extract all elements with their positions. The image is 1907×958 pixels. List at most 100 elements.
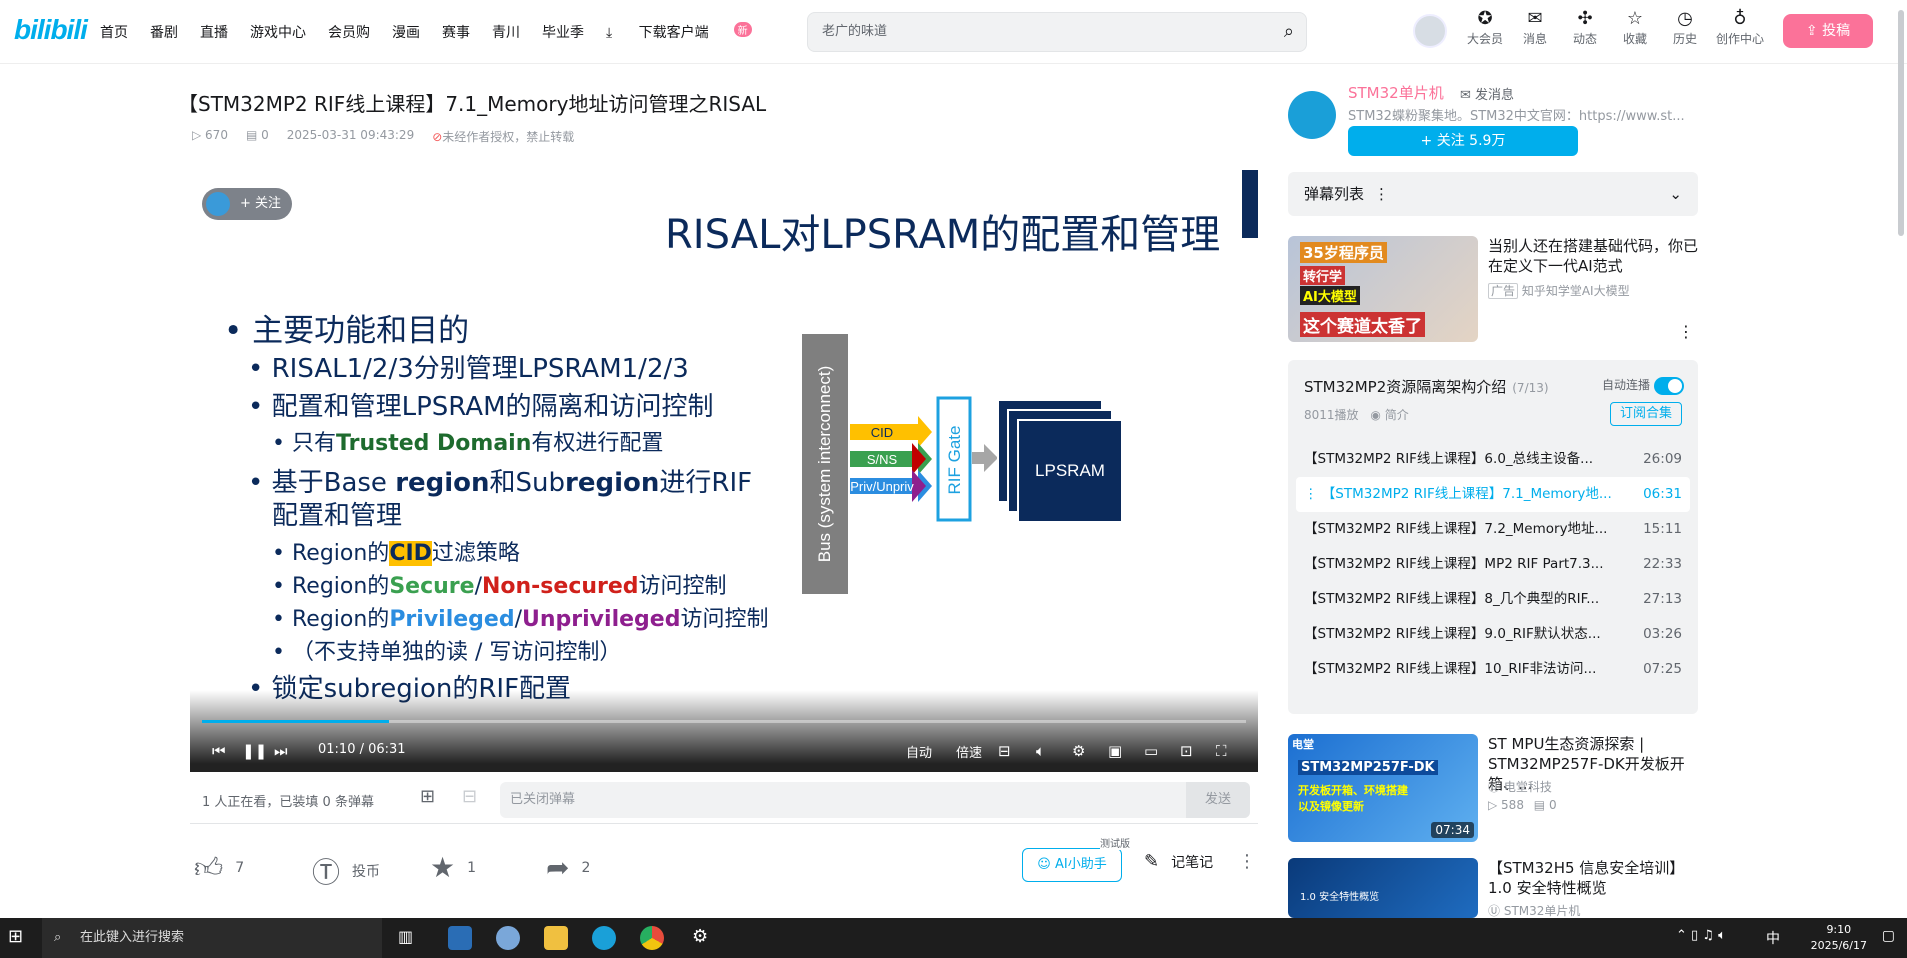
rec-author[interactable]: Ⓤ 电堂科技 (1488, 778, 1552, 795)
send-button[interactable]: 发送 (1186, 782, 1250, 818)
ime-indicator[interactable]: 中 (1766, 928, 1780, 948)
fullscreen-icon[interactable]: ⛶ (1216, 742, 1227, 760)
subscribe-collection-button[interactable]: 订阅合集 (1610, 402, 1682, 426)
playlist-item[interactable]: 【STM32MP2 RIF线上课程】9.0_RIF默认状态... 03:26 (1296, 617, 1690, 652)
video-player[interactable]: + 关注 RISAL对LPSRAM的配置和管理 • 主要功能和目的 • RISA… (190, 170, 1258, 772)
edge-browser-icon[interactable] (592, 926, 616, 950)
page-scrollbar[interactable] (1898, 10, 1904, 236)
nav-graduation[interactable]: 毕业季 (542, 22, 584, 42)
vip-button[interactable]: ✪ 大会员 (1460, 6, 1510, 47)
history-button[interactable]: ◷ 历史 (1660, 6, 1710, 47)
uploader-avatar[interactable] (1288, 91, 1336, 139)
paint-app-icon[interactable] (496, 926, 520, 950)
favorite-button[interactable]: ★ 1 (430, 851, 476, 884)
ad-thumbnail[interactable]: 35岁程序员 转行学 AI大模型 这个赛道太香了 (1288, 236, 1478, 342)
ad-source: 知乎知学堂AI大模型 (1521, 284, 1630, 298)
ad-thumb-text: 35岁程序员 (1300, 242, 1387, 263)
playlist-item[interactable]: 【STM32MP2 RIF线上课程】7.2_Memory地址... 15:11 (1296, 512, 1690, 547)
nav-shop[interactable]: 会员购 (328, 22, 370, 42)
follow-button[interactable]: + 关注 5.9万 (1348, 126, 1578, 156)
ad-more-icon[interactable]: ⋮ (1678, 322, 1694, 341)
user-avatar[interactable] (1413, 14, 1447, 48)
widescreen-icon[interactable]: ▭ (1144, 742, 1158, 760)
ad-card[interactable]: 35岁程序员 转行学 AI大模型 这个赛道太香了 当别人还在搭建基础代码，你已在… (1288, 236, 1698, 346)
message-label: 消息 (1522, 32, 1547, 46)
taskbar-clock[interactable]: 9:10 2025/6/17 (1811, 922, 1867, 954)
autoplay-toggle[interactable]: 自动连播 (1602, 376, 1684, 395)
bilibili-logo[interactable]: bilibili (14, 14, 88, 46)
prev-icon[interactable]: ⏮ (212, 742, 226, 760)
speed-button[interactable]: 倍速 (956, 742, 982, 761)
send-message-button[interactable]: ✉ 发消息 (1460, 84, 1514, 103)
video-title: 【STM32MP2 RIF线上课程】7.1_Memory地址访问管理之RISAL (178, 92, 767, 116)
bullet-text: 基于Base (271, 468, 396, 498)
playlist-item[interactable]: 【STM32MP2 RIF线上课程】8_几个典型的RIF... 27:13 (1296, 582, 1690, 617)
upload-button[interactable]: ⇪ 投稿 (1783, 14, 1873, 48)
file-explorer-icon[interactable] (544, 926, 568, 950)
subtitle-icon[interactable]: ⊟ (998, 742, 1011, 760)
calculator-app-icon[interactable] (448, 926, 472, 950)
player-follow-button[interactable]: + 关注 (202, 188, 292, 220)
playlist-item[interactable]: 【STM32MP2 RIF线上课程】MP2 RIF Part7.3... 22:3… (1296, 547, 1690, 582)
quality-button[interactable]: 自动 (906, 742, 932, 761)
more-icon[interactable]: ⋮ (1374, 185, 1389, 203)
progress-bar[interactable] (202, 720, 1246, 723)
message-button[interactable]: ✉ 消息 (1510, 6, 1560, 47)
nav-game[interactable]: 游戏中心 (250, 22, 306, 42)
notification-icon[interactable]: ▢ (1882, 928, 1895, 944)
danmaku-list-header[interactable]: 弹幕列表 ⋮ ⌄ (1288, 172, 1698, 216)
coin-button[interactable]: Ⓣ 投币 (312, 851, 380, 891)
danmaku-input[interactable]: 已关闭弹幕 发送 (500, 782, 1250, 818)
play-count-icon: ▷ (192, 128, 206, 142)
video-info: ▷ 670 ▤ 0 2025-03-31 09:43:29 ⊘未经作者授权，禁止… (192, 128, 574, 145)
nav-download[interactable]: ⤓ 下载客户端 新 (606, 22, 774, 42)
more-icon[interactable]: ⋮ (1238, 851, 1256, 872)
rec-thumbnail[interactable]: 1.0 安全特性概览 (1288, 858, 1478, 918)
search-icon[interactable]: ⌕ (1284, 13, 1294, 51)
nav-home[interactable]: 首页 (100, 22, 128, 42)
chrome-browser-icon[interactable] (640, 926, 664, 950)
pause-icon[interactable]: ❚❚ (242, 742, 267, 760)
next-icon[interactable]: ⏭ (274, 742, 288, 760)
settings-icon[interactable]: ⚙︎ (692, 926, 708, 947)
webfullscreen-icon[interactable]: ⊡ (1180, 742, 1193, 760)
rec-thumbnail[interactable]: 电堂 STM32MP257F-DK 开发板开箱、环境搭建 以及镜像更新 07:3… (1288, 734, 1478, 842)
settings-icon[interactable]: ⚙︎ (1072, 742, 1085, 760)
toggle-switch[interactable] (1654, 376, 1684, 395)
bullet-highlight: CID (389, 541, 432, 566)
publish-date: 2025-03-31 09:43:29 (286, 128, 415, 142)
task-view-icon[interactable]: ▥ (398, 927, 413, 946)
like-button[interactable]: 👍︎ 7 (194, 851, 244, 885)
creator-button[interactable]: ♁ 创作中心 (1710, 6, 1770, 47)
chevron-down-icon[interactable]: ⌄ (1669, 172, 1682, 216)
nav-live[interactable]: 直播 (200, 22, 228, 42)
pip-icon[interactable]: ▣ (1108, 742, 1122, 760)
nav-anime[interactable]: 番剧 (150, 22, 178, 42)
note-button[interactable]: ✎ 记笔记 (1144, 851, 1213, 872)
ai-assistant-button[interactable]: ☺ AI小助手 (1022, 848, 1122, 882)
windows-start-icon[interactable]: ⊞ (8, 926, 23, 947)
taskbar-search[interactable]: ⌕ 在此键入进行搜索 (42, 918, 382, 958)
progress-fill (202, 720, 389, 723)
favorites-button[interactable]: ☆ 收藏 (1610, 6, 1660, 47)
recommended-video[interactable]: 1.0 安全特性概览 【STM32H5 信息安全培训】1.0 安全特性概览 Ⓤ … (1288, 858, 1698, 918)
nav-match[interactable]: 赛事 (442, 22, 470, 42)
playlist-item-active[interactable]: ⋮ 【STM32MP2 RIF线上课程】7.1_Memory地... 06:31 (1296, 477, 1690, 512)
rec-title[interactable]: 【STM32H5 信息安全培训】1.0 安全特性概览 (1488, 858, 1698, 898)
rec-author[interactable]: Ⓤ STM32单片机 (1488, 902, 1580, 918)
playlist-item[interactable]: 【STM32MP2 RIF线上课程】6.0_总线主设备... 26:09 (1296, 442, 1690, 477)
search-input[interactable]: 老广的味道 ⌕ (807, 12, 1307, 52)
tray-icons[interactable]: ⌃ ▯ ♫ 🔈︎ (1676, 928, 1726, 943)
playlist-intro[interactable]: 简介 (1385, 408, 1409, 422)
playlist-item[interactable]: 【STM32MP2 RIF线上课程】10_RIF非法访问... 07:25 (1296, 652, 1690, 687)
danmaku-toggle-icon[interactable]: ⊞ (420, 786, 435, 807)
share-button[interactable]: ➦ 2 (546, 851, 590, 884)
ad-title[interactable]: 当别人还在搭建基础代码，你已在定义下一代AI范式 (1488, 236, 1698, 276)
uploader-name[interactable]: STM32单片机 (1348, 82, 1444, 103)
volume-icon[interactable]: 🔈︎ (1036, 742, 1045, 760)
nav-qingchuan[interactable]: 青川 (492, 22, 520, 42)
nav-manga[interactable]: 漫画 (392, 22, 420, 42)
recommended-video[interactable]: 电堂 STM32MP257F-DK 开发板开箱、环境搭建 以及镜像更新 07:3… (1288, 734, 1698, 844)
dynamic-button[interactable]: ✣ 动态 (1560, 6, 1610, 47)
danmaku-settings-icon[interactable]: ⊟ (462, 786, 477, 807)
